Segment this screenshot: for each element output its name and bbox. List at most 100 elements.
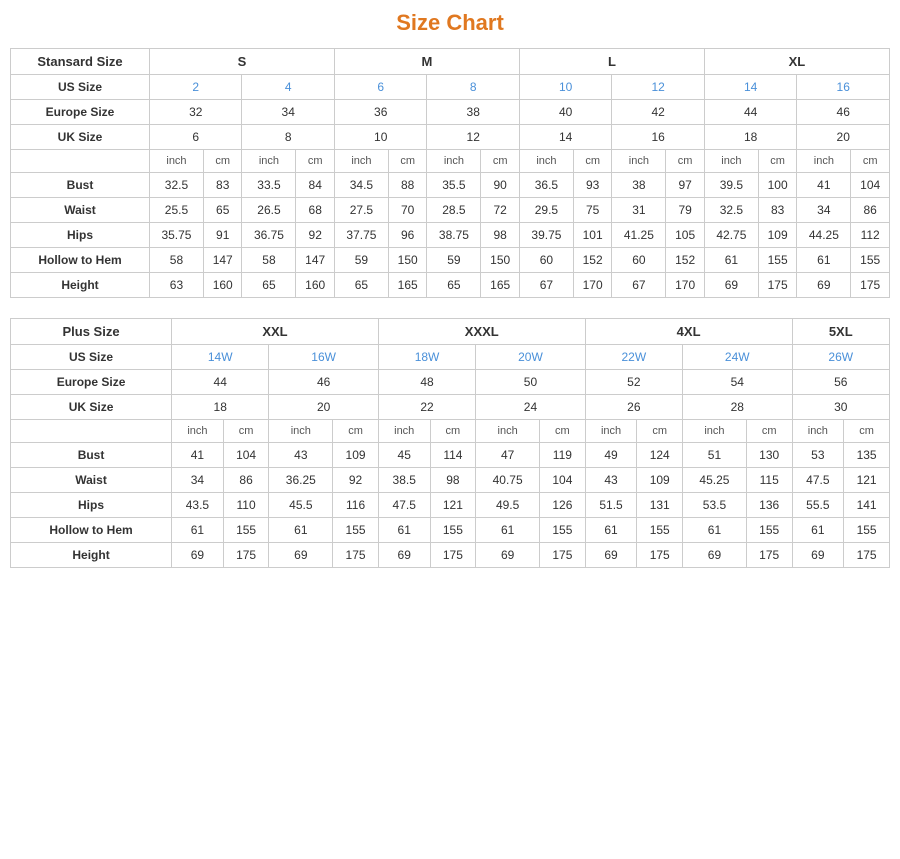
unit-cell: inch <box>704 150 758 173</box>
us-size-val: 8 <box>427 75 519 100</box>
measurement-val: 65 <box>334 273 388 298</box>
plus-uk-size-val: 26 <box>585 395 682 420</box>
measurement-val: 155 <box>851 248 890 273</box>
measurement-val: 33.5 <box>242 173 296 198</box>
plus-measurement-val: 126 <box>540 493 586 518</box>
plus-uk-size-val: 18 <box>172 395 269 420</box>
measurement-val: 35.5 <box>427 173 481 198</box>
europe-size-val: 36 <box>334 100 426 125</box>
plus-measurement-val: 49.5 <box>476 493 540 518</box>
europe-size-val: 32 <box>150 100 242 125</box>
plus-measurement-val: 47.5 <box>378 493 430 518</box>
measurement-val: 65 <box>427 273 481 298</box>
measurement-val: 28.5 <box>427 198 481 223</box>
measurement-val: 61 <box>797 248 851 273</box>
measurement-val: 41.25 <box>612 223 666 248</box>
measurement-val: 61 <box>704 248 758 273</box>
us-size-val: 10 <box>519 75 611 100</box>
unit-cell: inch <box>427 150 481 173</box>
plus-us-size-val: 22W <box>585 345 682 370</box>
measurement-val: 165 <box>481 273 520 298</box>
measurement-val: 36.5 <box>519 173 573 198</box>
plus-unit-cell: inch <box>476 420 540 443</box>
measurement-val: 67 <box>612 273 666 298</box>
plus-measurement-val: 45 <box>378 443 430 468</box>
measurement-val: 175 <box>851 273 890 298</box>
plus-measurement-val: 61 <box>378 518 430 543</box>
standard-size-table: Stansard Size S M L XL US Size2468101214… <box>10 48 890 298</box>
measurement-val: 109 <box>758 223 797 248</box>
europe-size-val: 34 <box>242 100 334 125</box>
measurement-val: 79 <box>666 198 705 223</box>
plus-us-size-val: 26W <box>792 345 890 370</box>
plus-size-table: Plus Size XXL XXXL 4XL 5XL US Size14W16W… <box>10 318 890 568</box>
measurement-val: 32.5 <box>704 198 758 223</box>
us-size-label: US Size <box>11 75 150 100</box>
measurement-val: 165 <box>388 273 427 298</box>
unit-cell: cm <box>851 150 890 173</box>
measurement-val: 39.75 <box>519 223 573 248</box>
plus-measurement-val: 135 <box>844 443 890 468</box>
unit-cell: cm <box>203 150 242 173</box>
plus-measurement-val: 69 <box>792 543 844 568</box>
measurement-val: 42.75 <box>704 223 758 248</box>
unit-cell: cm <box>388 150 427 173</box>
plus-unit-cell: inch <box>378 420 430 443</box>
europe-size-val: 42 <box>612 100 704 125</box>
standard-size-chart: Stansard Size S M L XL US Size2468101214… <box>10 48 890 298</box>
plus-measurement-label: Waist <box>11 468 172 493</box>
5xl-header: 5XL <box>792 319 890 345</box>
plus-measurement-label: Hollow to Hem <box>11 518 172 543</box>
uk-size-val: 6 <box>150 125 242 150</box>
measurement-val: 97 <box>666 173 705 198</box>
plus-measurement-val: 61 <box>476 518 540 543</box>
plus-measurement-val: 61 <box>683 518 747 543</box>
measurement-val: 83 <box>758 198 797 223</box>
measurement-val: 38 <box>612 173 666 198</box>
plus-measurement-val: 98 <box>430 468 476 493</box>
measurement-label: Hollow to Hem <box>11 248 150 273</box>
plus-measurement-val: 69 <box>683 543 747 568</box>
plus-unit-cell: cm <box>430 420 476 443</box>
measurement-val: 32.5 <box>150 173 204 198</box>
plus-measurement-val: 119 <box>540 443 586 468</box>
plus-uk-size-val: 30 <box>792 395 890 420</box>
plus-measurement-val: 115 <box>746 468 792 493</box>
measurement-val: 67 <box>519 273 573 298</box>
measurement-val: 65 <box>242 273 296 298</box>
xl-header: XL <box>704 49 889 75</box>
measurement-val: 38.75 <box>427 223 481 248</box>
uk-size-label: UK Size <box>11 125 150 150</box>
unit-cell: inch <box>242 150 296 173</box>
measurement-val: 84 <box>296 173 335 198</box>
measurement-val: 25.5 <box>150 198 204 223</box>
uk-size-val: 12 <box>427 125 519 150</box>
measurement-val: 90 <box>481 173 520 198</box>
plus-measurement-val: 61 <box>172 518 224 543</box>
plus-measurement-val: 34 <box>172 468 224 493</box>
measurement-val: 150 <box>388 248 427 273</box>
plus-measurement-val: 130 <box>746 443 792 468</box>
measurement-val: 105 <box>666 223 705 248</box>
measurement-val: 93 <box>573 173 612 198</box>
measurement-val: 83 <box>203 173 242 198</box>
plus-europe-size-val: 48 <box>378 370 475 395</box>
measurement-val: 112 <box>851 223 890 248</box>
plus-uk-size-val: 28 <box>683 395 792 420</box>
plus-measurement-val: 61 <box>585 518 637 543</box>
plus-us-size-val: 24W <box>683 345 792 370</box>
plus-measurement-val: 121 <box>430 493 476 518</box>
plus-measurement-val: 47 <box>476 443 540 468</box>
europe-size-val: 44 <box>704 100 796 125</box>
measurement-val: 63 <box>150 273 204 298</box>
plus-measurement-val: 175 <box>430 543 476 568</box>
plus-measurement-val: 155 <box>540 518 586 543</box>
plus-measurement-val: 40.75 <box>476 468 540 493</box>
measurement-val: 60 <box>612 248 666 273</box>
measurement-label: Bust <box>11 173 150 198</box>
europe-size-label: Europe Size <box>11 100 150 125</box>
plus-measurement-val: 69 <box>585 543 637 568</box>
plus-measurement-val: 69 <box>378 543 430 568</box>
measurement-val: 170 <box>573 273 612 298</box>
measurement-val: 104 <box>851 173 890 198</box>
